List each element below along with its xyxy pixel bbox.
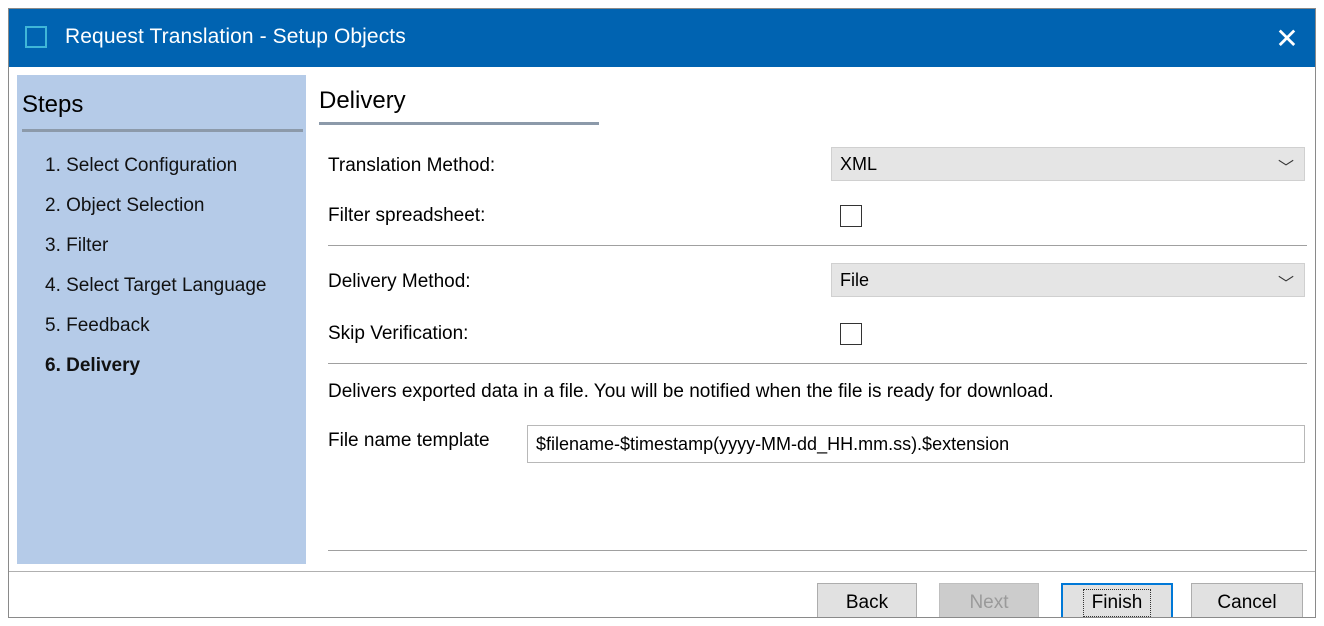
delivery-description: Delivers exported data in a file. You wi… <box>328 381 1054 402</box>
section-title: Delivery <box>319 87 406 114</box>
filter-spreadsheet-label: Filter spreadsheet: <box>328 205 486 226</box>
steps-title: Steps <box>22 91 84 118</box>
dialog-window: Request Translation - Setup Objects ✕ St… <box>8 8 1316 618</box>
back-button[interactable]: Back <box>817 583 917 617</box>
title-bar[interactable]: Request Translation - Setup Objects ✕ <box>9 9 1315 67</box>
finish-button-label: Finish <box>1082 589 1152 617</box>
next-button[interactable]: Next <box>939 583 1039 617</box>
chevron-down-icon: ﹀ <box>1277 276 1294 293</box>
skip-verification-label: Skip Verification: <box>328 323 469 344</box>
translation-method-label: Translation Method: <box>328 155 496 176</box>
step-select-target-language[interactable]: 4. Select Target Language <box>45 275 267 297</box>
file-name-template-label: File name template <box>328 430 490 451</box>
file-name-template-input[interactable]: $filename-$timestamp(yyyy-MM-dd_HH.mm.ss… <box>527 425 1305 463</box>
delivery-method-select[interactable]: File ﹀ <box>831 263 1305 297</box>
divider <box>328 245 1307 246</box>
cancel-button-label: Cancel <box>1217 592 1277 613</box>
delivery-method-label: Delivery Method: <box>328 271 471 292</box>
window-title: Request Translation - Setup Objects <box>65 25 406 48</box>
app-icon <box>25 26 47 48</box>
chevron-down-icon: ﹀ <box>1277 160 1294 177</box>
divider <box>328 363 1307 364</box>
step-object-selection[interactable]: 2. Object Selection <box>45 195 204 217</box>
divider <box>328 550 1307 551</box>
steps-panel: Steps 1. Select Configuration 2. Object … <box>17 75 306 564</box>
step-delivery[interactable]: 6. Delivery <box>45 355 140 377</box>
skip-verification-checkbox[interactable] <box>840 323 862 345</box>
translation-method-select[interactable]: XML ﹀ <box>831 147 1305 181</box>
filter-spreadsheet-checkbox[interactable] <box>840 205 862 227</box>
close-button[interactable]: ✕ <box>1259 9 1315 67</box>
section-title-underline <box>319 122 599 125</box>
step-select-configuration[interactable]: 1. Select Configuration <box>45 155 237 177</box>
step-feedback[interactable]: 5. Feedback <box>45 315 150 337</box>
cancel-button[interactable]: Cancel <box>1191 583 1303 617</box>
translation-method-value: XML <box>840 154 878 174</box>
finish-button[interactable]: Finish <box>1061 583 1173 617</box>
back-button-label: Back <box>845 592 889 613</box>
footer-divider <box>9 571 1315 572</box>
step-filter[interactable]: 3. Filter <box>45 235 108 257</box>
next-button-label: Next <box>969 592 1009 613</box>
steps-divider <box>22 129 303 132</box>
delivery-method-value: File <box>840 270 870 290</box>
close-icon: ✕ <box>1275 22 1299 54</box>
